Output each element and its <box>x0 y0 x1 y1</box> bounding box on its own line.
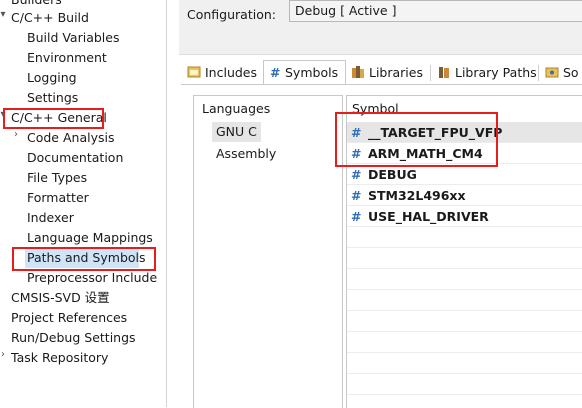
tree-item-cmsis-svd[interactable]: CMSIS-SVD 设置 <box>11 288 110 308</box>
symbol-name: DEBUG <box>368 167 417 182</box>
property-tree: Builders ▾ C/C++ Build Build Variables E… <box>0 0 167 407</box>
tab-library-paths[interactable]: Library Paths <box>433 62 537 84</box>
tree-item-build-variables[interactable]: Build Variables <box>27 28 119 48</box>
tree-item-file-types[interactable]: File Types <box>27 168 87 188</box>
tree-item-run-debug-settings[interactable]: Run/Debug Settings <box>11 328 136 348</box>
table-row[interactable]: # DEBUG <box>347 164 582 185</box>
tree-item-code-analysis[interactable]: Code Analysis <box>27 128 114 148</box>
tab-includes[interactable]: Includes <box>183 62 261 84</box>
tree-item-logging[interactable]: Logging <box>27 68 77 88</box>
annotation-box-symbols <box>335 112 498 167</box>
symbol-name: STM32L496xx <box>368 188 466 203</box>
tab-label: Includes <box>205 65 258 80</box>
symbol-name: USE_HAL_DRIVER <box>368 209 489 224</box>
source-location-icon <box>545 67 559 78</box>
annotation-box-cpp-general <box>3 108 104 129</box>
table-row[interactable]: # USE_HAL_DRIVER <box>347 206 582 227</box>
empty-row <box>347 311 582 332</box>
language-item-gnu-c[interactable]: GNU C <box>212 122 261 142</box>
tab-divider <box>538 65 539 81</box>
language-item-assembly[interactable]: Assembly <box>216 144 276 164</box>
hash-icon: # <box>351 188 362 203</box>
tab-libraries[interactable]: Libraries <box>347 62 429 84</box>
tree-item-settings[interactable]: Settings <box>27 88 78 108</box>
empty-row <box>347 374 582 395</box>
configuration-bar: Configuration: Debug [ Active ] <box>179 0 582 55</box>
empty-row <box>347 248 582 269</box>
languages-header: Languages <box>202 101 271 116</box>
hash-icon: # <box>351 167 362 182</box>
tree-item-cpp-build[interactable]: C/C++ Build <box>11 8 89 28</box>
tree-item-preprocessor-include[interactable]: Preprocessor Include <box>27 268 157 288</box>
tab-divider <box>430 65 431 81</box>
empty-row <box>347 227 582 248</box>
configuration-label: Configuration: <box>187 7 276 22</box>
tab-symbols[interactable]: # Symbols <box>263 60 346 85</box>
collapse-chevron-icon[interactable]: › <box>11 129 21 140</box>
languages-list: Languages GNU C Assembly <box>193 95 343 408</box>
empty-row <box>347 353 582 374</box>
empty-row <box>347 332 582 353</box>
table-row[interactable]: # STM32L496xx <box>347 185 582 206</box>
tree-item-documentation[interactable]: Documentation <box>27 148 123 168</box>
properties-page: Configuration: Debug [ Active ] Includes… <box>167 0 582 408</box>
tab-label: Libraries <box>369 65 423 80</box>
tab-source-location[interactable]: So <box>541 62 582 84</box>
libraries-icon <box>352 66 364 78</box>
tab-bar: Includes # Symbols Libraries Library Path… <box>181 60 582 85</box>
library-paths-icon <box>439 67 449 78</box>
tree-item-indexer[interactable]: Indexer <box>27 208 74 228</box>
hash-icon: # <box>270 65 281 80</box>
tab-label: Library Paths <box>455 65 537 80</box>
configuration-dropdown[interactable]: Debug [ Active ] <box>289 0 582 22</box>
collapse-chevron-icon[interactable]: › <box>0 349 8 360</box>
annotation-box-paths-and-symbols <box>12 247 156 271</box>
tree-item-environment[interactable]: Environment <box>27 48 107 68</box>
tab-label: Symbols <box>285 65 339 80</box>
tree-item-formatter[interactable]: Formatter <box>27 188 89 208</box>
tree-item-language-mappings[interactable]: Language Mappings <box>27 228 153 248</box>
empty-row <box>347 269 582 290</box>
expand-chevron-icon[interactable]: ▾ <box>0 9 8 20</box>
symbols-tab-panel: Languages GNU C Assembly Symbol # __TARGE… <box>181 84 582 408</box>
tree-item-project-references[interactable]: Project References <box>11 308 127 328</box>
hash-icon: # <box>351 209 362 224</box>
tab-label: So <box>563 65 579 80</box>
tree-item-task-repository[interactable]: Task Repository <box>11 348 108 368</box>
empty-row <box>347 290 582 311</box>
includes-icon <box>187 66 201 78</box>
